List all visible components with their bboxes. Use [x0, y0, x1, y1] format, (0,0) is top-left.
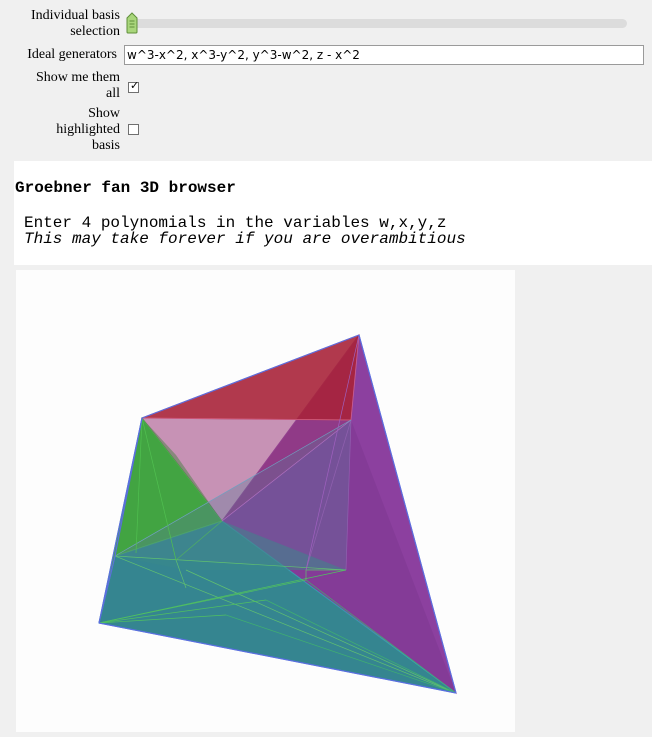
generators-input[interactable]: [124, 45, 644, 65]
show-all-checkbox[interactable]: ✓: [128, 79, 140, 93]
generators-label: Ideal generators: [27, 47, 117, 62]
output-warning: This may take forever if you are overamb…: [24, 230, 466, 248]
output-panel: Groebner fan 3D browser Enter 4 polynomi…: [14, 161, 652, 265]
basis-selection-label-line2: selection: [70, 24, 120, 39]
basis-selection-slider-thumb[interactable]: [126, 12, 138, 34]
show-highlighted-label: Show highlighted basis: [10, 106, 120, 154]
show-all-label: Show me them all: [10, 70, 120, 102]
basis-selection-label-line1: Individual basis: [30, 8, 120, 23]
control-panel: Individual basis selection Ideal generat…: [0, 0, 652, 160]
show-all-label-line2: all: [106, 86, 120, 101]
show-highlighted-label-line2: highlighted: [56, 122, 120, 137]
show-all-label-line1: Show me them: [36, 70, 120, 85]
basis-selection-label: Individual basis selection: [10, 8, 120, 40]
show-highlighted-label-line3: basis: [92, 138, 120, 153]
groebner-fan-plot[interactable]: [16, 270, 515, 732]
fan-3d-viewer[interactable]: [16, 270, 515, 732]
output-title: Groebner fan 3D browser: [15, 179, 236, 197]
show-highlighted-label-line1: Show: [88, 106, 120, 121]
checkmark-icon: ✓: [130, 79, 140, 92]
basis-selection-slider-track[interactable]: [127, 19, 627, 28]
show-highlighted-checkbox[interactable]: [128, 124, 139, 135]
